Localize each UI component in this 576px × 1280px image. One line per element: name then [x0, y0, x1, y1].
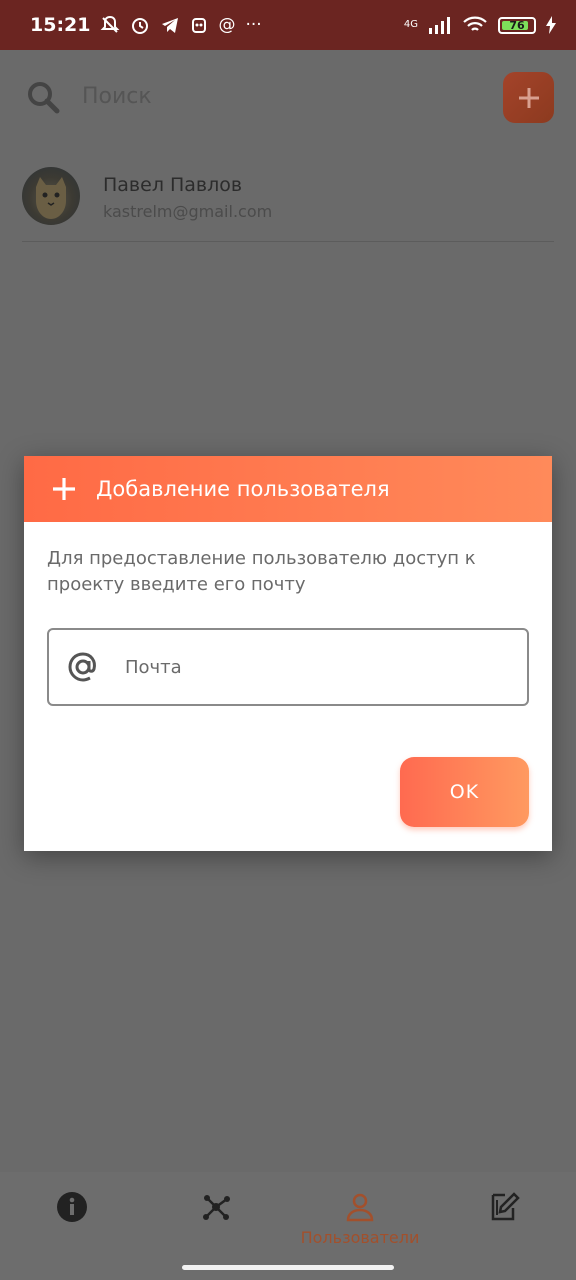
list-item[interactable]: Павел Павлов kastrelm@gmail.com [22, 160, 554, 242]
edit-icon [491, 1192, 520, 1221]
user-email: kastrelm@gmail.com [103, 202, 273, 221]
add-user-button[interactable] [503, 72, 554, 123]
home-indicator[interactable] [182, 1265, 394, 1270]
search-bar: Поиск [0, 50, 576, 145]
nav-item-users[interactable]: Пользователи [288, 1190, 432, 1260]
at-icon [68, 652, 96, 682]
alarm-icon [132, 18, 149, 34]
at-notification-icon: @ [218, 15, 236, 35]
notification-icons: @ ··· [100, 15, 262, 35]
wifi-icon [463, 16, 487, 31]
network-type: 4G [403, 19, 418, 30]
telegram-icon [162, 18, 179, 33]
nav-item-graph[interactable] [144, 1190, 288, 1260]
status-bar: 15:21 @ ··· 4G 76 [0, 0, 576, 50]
battery-icon: 76 [498, 16, 536, 34]
plus-icon [53, 478, 75, 500]
battery-level: 76 [509, 18, 525, 32]
nav-item-edit[interactable] [432, 1190, 576, 1260]
ok-button[interactable]: OK [400, 757, 529, 827]
charging-icon [546, 16, 556, 34]
more-notifications-icon: ··· [245, 15, 262, 35]
search-icon[interactable] [26, 80, 60, 114]
info-icon [57, 1192, 87, 1222]
email-field[interactable]: Почта [47, 628, 529, 706]
dialog-header: Добавление пользователя [24, 456, 552, 522]
dialog-title: Добавление пользователя [96, 477, 390, 501]
nav-label-users: Пользователи [300, 1228, 420, 1247]
app-notification-icon [192, 18, 207, 33]
avatar [22, 167, 80, 225]
nav-item-info[interactable] [0, 1190, 144, 1260]
bell-off-icon [101, 15, 120, 33]
signal-icon [429, 17, 450, 34]
cat-avatar-icon [36, 177, 66, 219]
bottom-nav: Пользователи [0, 1172, 576, 1280]
user-name: Павел Павлов [103, 174, 243, 196]
search-input[interactable]: Поиск [82, 84, 152, 109]
add-user-dialog: Добавление пользователя Для предоставлен… [24, 456, 552, 851]
user-icon [346, 1193, 374, 1222]
email-input-placeholder: Почта [125, 656, 182, 678]
status-time: 15:21 [30, 14, 91, 36]
plus-icon [518, 87, 539, 108]
dialog-description: Для предоставление пользователю доступ к… [47, 548, 476, 595]
graph-icon [203, 1195, 230, 1220]
